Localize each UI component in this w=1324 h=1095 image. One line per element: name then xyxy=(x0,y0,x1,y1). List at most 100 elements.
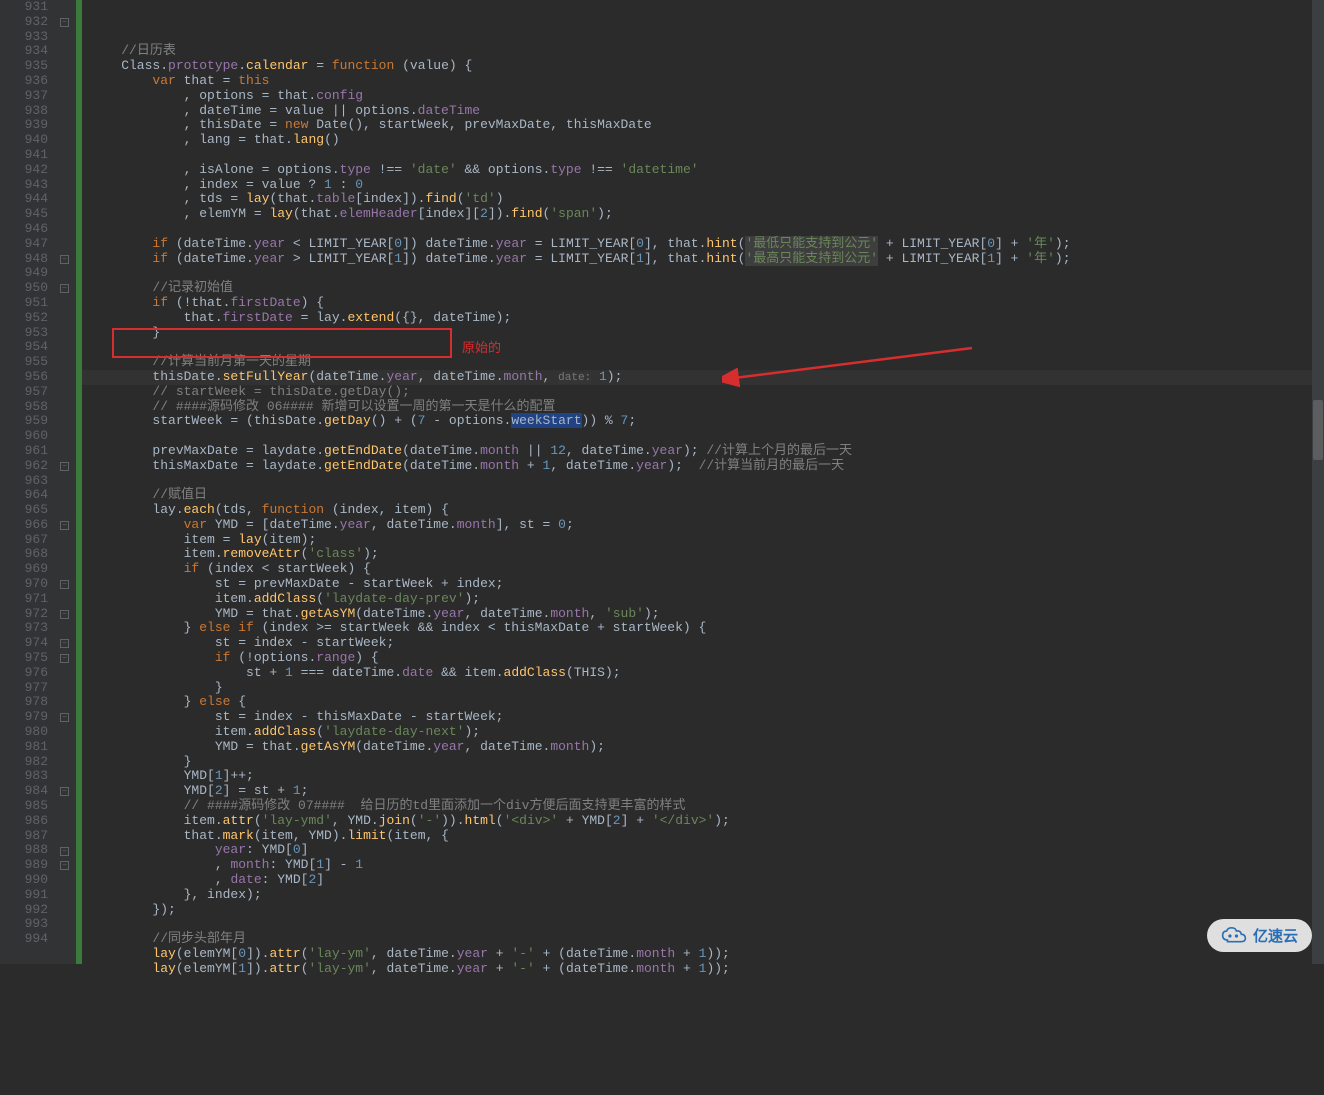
code-line[interactable]: item.addClass('laydate-day-prev'); xyxy=(90,592,1324,607)
fold-toggle-icon[interactable]: − xyxy=(60,639,69,648)
code-line[interactable]: , options = that.config xyxy=(90,89,1324,104)
code-line[interactable]: that.firstDate = lay.extend({}, dateTime… xyxy=(90,311,1324,326)
code-line[interactable]: thisMaxDate = laydate.getEndDate(dateTim… xyxy=(90,459,1324,474)
line-number: 982 xyxy=(4,755,48,770)
code-line[interactable]: YMD = that.getAsYM(dateTime.year, dateTi… xyxy=(90,740,1324,755)
code-line[interactable] xyxy=(90,429,1324,444)
code-line[interactable]: }, index); xyxy=(90,888,1324,903)
line-number: 972 xyxy=(4,607,48,622)
line-number: 938 xyxy=(4,104,48,119)
code-line[interactable]: , elemYM = lay(that.elemHeader[index][2]… xyxy=(90,207,1324,222)
code-line[interactable]: YMD = that.getAsYM(dateTime.year, dateTi… xyxy=(90,607,1324,622)
line-number: 971 xyxy=(4,592,48,607)
line-number: 980 xyxy=(4,725,48,740)
code-line[interactable]: , isAlone = options.type !== 'date' && o… xyxy=(90,163,1324,178)
code-line[interactable]: if (index < startWeek) { xyxy=(90,562,1324,577)
code-line[interactable] xyxy=(90,148,1324,163)
code-line[interactable]: //日历表 xyxy=(90,44,1324,59)
line-number: 937 xyxy=(4,89,48,104)
code-line[interactable]: , index = value ? 1 : 0 xyxy=(90,178,1324,193)
code-line[interactable] xyxy=(90,222,1324,237)
code-line[interactable]: st = index - thisMaxDate - startWeek; xyxy=(90,710,1324,725)
code-line[interactable] xyxy=(90,917,1324,932)
code-line[interactable]: //记录初始值 xyxy=(90,281,1324,296)
fold-toggle-icon[interactable]: − xyxy=(60,255,69,264)
code-line[interactable]: //同步头部年月 xyxy=(90,932,1324,947)
code-line[interactable]: // ####源码修改 07#### 给日历的td里面添加一个div方便后面支持… xyxy=(90,799,1324,814)
fold-toggle-icon[interactable]: − xyxy=(60,654,69,663)
line-number: 962 xyxy=(4,459,48,474)
code-line[interactable]: item.removeAttr('class'); xyxy=(90,547,1324,562)
code-line[interactable]: st = index - startWeek; xyxy=(90,636,1324,651)
code-line[interactable]: if (dateTime.year < LIMIT_YEAR[0]) dateT… xyxy=(90,237,1324,252)
code-line[interactable]: lay(elemYM[1]).attr('lay-ym', dateTime.y… xyxy=(90,962,1324,977)
line-number: 939 xyxy=(4,118,48,133)
fold-toggle-icon[interactable]: − xyxy=(60,847,69,856)
code-line[interactable]: st = prevMaxDate - startWeek + index; xyxy=(90,577,1324,592)
line-number: 986 xyxy=(4,814,48,829)
code-line[interactable]: // ####源码修改 06#### 新增可以设置一周的第一天是什么的配置 xyxy=(90,400,1324,415)
line-number: 976 xyxy=(4,666,48,681)
code-line[interactable]: , lang = that.lang() xyxy=(90,133,1324,148)
line-number: 977 xyxy=(4,681,48,696)
code-editor[interactable]: 9319329339349359369379389399409419429439… xyxy=(0,0,1324,964)
fold-toggle-icon[interactable]: − xyxy=(60,861,69,870)
code-line[interactable]: , thisDate = new Date(), startWeek, prev… xyxy=(90,118,1324,133)
code-line[interactable]: , date: YMD[2] xyxy=(90,873,1324,888)
fold-toggle-icon[interactable]: − xyxy=(60,18,69,27)
code-line[interactable]: //赋值日 xyxy=(90,488,1324,503)
code-line[interactable]: , month: YMD[1] - 1 xyxy=(90,858,1324,873)
fold-toggle-icon[interactable]: − xyxy=(60,610,69,619)
line-number: 984 xyxy=(4,784,48,799)
code-line[interactable]: YMD[2] = st + 1; xyxy=(90,784,1324,799)
line-number: 979 xyxy=(4,710,48,725)
code-line[interactable]: } xyxy=(90,755,1324,770)
code-line[interactable]: //计算当前月第一天的星期 xyxy=(90,355,1324,370)
code-line[interactable] xyxy=(90,340,1324,355)
code-line[interactable]: if (!that.firstDate) { xyxy=(90,296,1324,311)
code-area[interactable]: //日历表 Class.prototype.calendar = functio… xyxy=(82,0,1324,964)
code-line[interactable]: , dateTime = value || options.dateTime xyxy=(90,104,1324,119)
code-line[interactable]: if (dateTime.year > LIMIT_YEAR[1]) dateT… xyxy=(90,252,1324,267)
line-number: 981 xyxy=(4,740,48,755)
code-line[interactable]: } else { xyxy=(90,695,1324,710)
code-line[interactable]: year: YMD[0] xyxy=(90,843,1324,858)
code-line[interactable]: thisDate.setFullYear(dateTime.year, date… xyxy=(90,370,1324,385)
line-number: 978 xyxy=(4,695,48,710)
fold-toggle-icon[interactable]: − xyxy=(60,284,69,293)
code-line[interactable]: if (!options.range) { xyxy=(90,651,1324,666)
fold-toggle-icon[interactable]: − xyxy=(60,462,69,471)
code-line[interactable]: item.addClass('laydate-day-next'); xyxy=(90,725,1324,740)
code-line[interactable]: item.attr('lay-ymd', YMD.join('-')).html… xyxy=(90,814,1324,829)
fold-column[interactable]: − − − − − − − − − − − − − xyxy=(56,0,76,964)
code-line[interactable]: st + 1 === dateTime.date && item.addClas… xyxy=(90,666,1324,681)
fold-toggle-icon[interactable]: − xyxy=(60,580,69,589)
line-number: 983 xyxy=(4,769,48,784)
code-line[interactable]: // startWeek = thisDate.getDay(); xyxy=(90,385,1324,400)
code-line[interactable]: that.mark(item, YMD).limit(item, { xyxy=(90,829,1324,844)
code-line[interactable] xyxy=(90,474,1324,489)
code-line[interactable]: item = lay(item); xyxy=(90,533,1324,548)
line-number: 949 xyxy=(4,266,48,281)
line-number: 989 xyxy=(4,858,48,873)
code-line[interactable]: }); xyxy=(90,903,1324,918)
code-line[interactable]: prevMaxDate = laydate.getEndDate(dateTim… xyxy=(90,444,1324,459)
code-line[interactable]: lay.each(tds, function (index, item) { xyxy=(90,503,1324,518)
code-line[interactable]: lay(elemYM[0]).attr('lay-ym', dateTime.y… xyxy=(90,947,1324,962)
fold-toggle-icon[interactable]: − xyxy=(60,713,69,722)
code-line[interactable]: startWeek = (thisDate.getDay() + (7 - op… xyxy=(90,414,1324,429)
line-number: 940 xyxy=(4,133,48,148)
fold-toggle-icon[interactable]: − xyxy=(60,787,69,796)
code-line[interactable]: } xyxy=(90,326,1324,341)
fold-toggle-icon[interactable]: − xyxy=(60,521,69,530)
code-line[interactable]: var YMD = [dateTime.year, dateTime.month… xyxy=(90,518,1324,533)
line-number: 969 xyxy=(4,562,48,577)
code-line[interactable] xyxy=(90,977,1324,992)
code-line[interactable] xyxy=(90,266,1324,281)
code-line[interactable]: var that = this xyxy=(90,74,1324,89)
code-line[interactable]: YMD[1]++; xyxy=(90,769,1324,784)
code-line[interactable]: , tds = lay(that.table[index]).find('td'… xyxy=(90,192,1324,207)
code-line[interactable]: Class.prototype.calendar = function (val… xyxy=(90,59,1324,74)
code-line[interactable]: } xyxy=(90,681,1324,696)
code-line[interactable]: } else if (index >= startWeek && index <… xyxy=(90,621,1324,636)
